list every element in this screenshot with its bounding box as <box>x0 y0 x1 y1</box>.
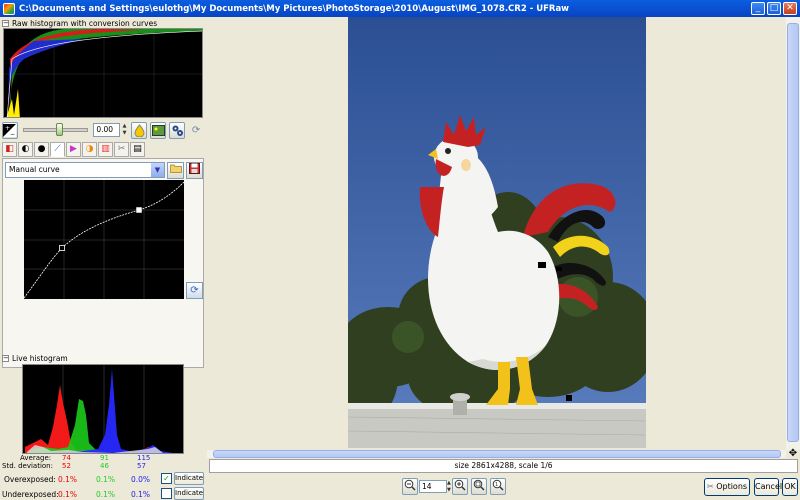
overexposed-red: 0.1% <box>58 475 78 484</box>
exposure-row: + − 0.00 ▲ ▼ ⟳ <box>2 121 204 139</box>
curve-anchor-point[interactable] <box>59 245 65 251</box>
zoom-fit-icon[interactable] <box>471 478 487 495</box>
tab-correction-icon[interactable]: ◑ <box>82 142 97 157</box>
tab-exif-icon[interactable]: ▤ <box>130 142 145 157</box>
image-view-icon[interactable] <box>150 121 167 139</box>
exposure-slider[interactable] <box>22 123 89 136</box>
collapse-icon[interactable]: − <box>2 354 9 362</box>
exposure-spin-arrows[interactable]: ▲ ▼ <box>123 123 129 137</box>
average-green: 91 <box>100 454 109 462</box>
svg-text:−: − <box>10 131 15 137</box>
chevron-down-icon[interactable]: ▼ <box>151 163 164 177</box>
move-icon[interactable]: ✥ <box>786 449 800 459</box>
live-histogram-header[interactable]: − Live histogram <box>2 353 68 363</box>
curve-select-value: Manual curve <box>9 165 60 174</box>
raw-histogram-label: Raw histogram with conversion curves <box>12 18 158 28</box>
underexposed-green: 0.1% <box>96 490 116 499</box>
tool-tabs: ◧ ◐ ● ⟋ ▶ ◑ ▥ ✂ ▤ <box>2 142 202 158</box>
live-histogram <box>22 364 184 454</box>
raw-histogram <box>3 28 203 118</box>
collapse-icon[interactable]: − <box>2 19 9 27</box>
underexposed-red: 0.1% <box>58 490 78 499</box>
status-bar: size 2861x4288, scale 1/6 <box>209 459 798 473</box>
exposure-slider-thumb[interactable] <box>55 123 63 136</box>
curve-panel: Manual curve ▼ ⟳ <box>2 158 204 368</box>
preview-image[interactable] <box>348 17 646 448</box>
tab-grayscale-icon[interactable]: ◐ <box>18 142 33 157</box>
underexposed-checkbox[interactable] <box>161 488 172 499</box>
auto-exposure-icon[interactable] <box>131 121 148 139</box>
horizontal-scrollbar-thumb[interactable] <box>213 450 781 458</box>
tab-lens-icon[interactable]: ● <box>34 142 49 157</box>
curve-anchor-point[interactable] <box>136 207 142 213</box>
tab-white-balance-icon[interactable]: ◧ <box>2 142 17 157</box>
close-button[interactable]: ✕ <box>783 2 797 15</box>
overexposed-checkbox[interactable]: ✓ <box>161 473 172 484</box>
overexposed-green: 0.1% <box>96 475 116 484</box>
underexposed-row: Underexposed: 0.1% 0.1% 0.1% Indicate <box>0 487 206 500</box>
reset-exposure-icon[interactable]: ⟳ <box>188 122 204 139</box>
histogram-stats: Average: 74 91 115 Std. deviation: 52 46… <box>0 454 206 470</box>
window-title: C:\Documents and Settings\eulothg\My Doc… <box>19 3 570 14</box>
curve-select[interactable]: Manual curve ▼ <box>5 162 165 178</box>
svg-text:1: 1 <box>495 482 498 488</box>
std-blue: 57 <box>137 462 146 470</box>
cancel-button[interactable]: Cancel <box>754 478 782 496</box>
maximize-button[interactable]: □ <box>767 2 781 15</box>
exposure-icon: + − <box>2 121 18 139</box>
average-label: Average: <box>20 454 52 462</box>
average-blue: 115 <box>137 454 151 462</box>
tab-color-management-icon[interactable]: ▶ <box>66 142 81 157</box>
ok-button[interactable]: OK <box>782 478 798 496</box>
zoom-100-icon[interactable]: 1 <box>490 478 506 495</box>
std-green: 46 <box>100 462 109 470</box>
reset-curve-icon[interactable]: ⟳ <box>186 282 203 299</box>
zoom-value-input[interactable]: 14 <box>419 480 447 493</box>
average-red: 74 <box>62 454 71 462</box>
vertical-scrollbar[interactable] <box>786 17 800 450</box>
settings-icon[interactable] <box>169 121 186 139</box>
open-curve-icon[interactable] <box>167 162 184 179</box>
overexposed-indicate-button[interactable]: Indicate <box>174 472 204 485</box>
underexposed-blue: 0.1% <box>131 490 151 499</box>
options-icon: ✂ <box>706 482 714 491</box>
ufraw-app-icon <box>3 2 15 15</box>
underexposed-indicate-button[interactable]: Indicate <box>174 487 204 500</box>
title-bar: C:\Documents and Settings\eulothg\My Doc… <box>0 0 800 17</box>
underexposed-label: Underexposed: <box>2 490 59 499</box>
options-button[interactable]: ✂ Options <box>704 478 750 496</box>
exposure-indicators: Overexposed: 0.1% 0.1% 0.0% ✓ Indicate U… <box>0 472 206 500</box>
exposure-value-input[interactable]: 0.00 <box>93 123 120 137</box>
tab-base-curve-icon[interactable]: ⟋ <box>50 142 65 157</box>
vertical-scrollbar-thumb[interactable] <box>787 23 799 442</box>
curve-editor[interactable] <box>23 180 185 299</box>
std-red: 52 <box>62 462 71 470</box>
live-histogram-label: Live histogram <box>12 353 68 363</box>
tab-crop-icon[interactable]: ✂ <box>114 142 129 157</box>
image-viewport[interactable] <box>207 17 786 450</box>
bottom-toolbar: 14 ▲ ▼ 1 ✂ Options Cancel OK <box>207 477 800 497</box>
std-deviation-label: Std. deviation: <box>2 462 53 470</box>
left-panel: − Raw histogram with conversion curves +… <box>0 17 206 500</box>
options-label: Options <box>716 482 748 491</box>
save-curve-icon[interactable] <box>186 162 203 179</box>
overexposed-row: Overexposed: 0.1% 0.1% 0.0% ✓ Indicate <box>0 472 206 486</box>
overexposed-blue: 0.0% <box>131 475 151 484</box>
minimize-button[interactable]: _ <box>751 2 765 15</box>
tab-lightness-icon[interactable]: ▥ <box>98 142 113 157</box>
horizontal-scrollbar[interactable] <box>207 450 786 458</box>
zoom-in-icon[interactable] <box>452 478 468 495</box>
overexposed-label: Overexposed: <box>4 475 56 484</box>
raw-histogram-header[interactable]: − Raw histogram with conversion curves <box>2 18 157 28</box>
zoom-out-icon[interactable] <box>402 478 418 495</box>
